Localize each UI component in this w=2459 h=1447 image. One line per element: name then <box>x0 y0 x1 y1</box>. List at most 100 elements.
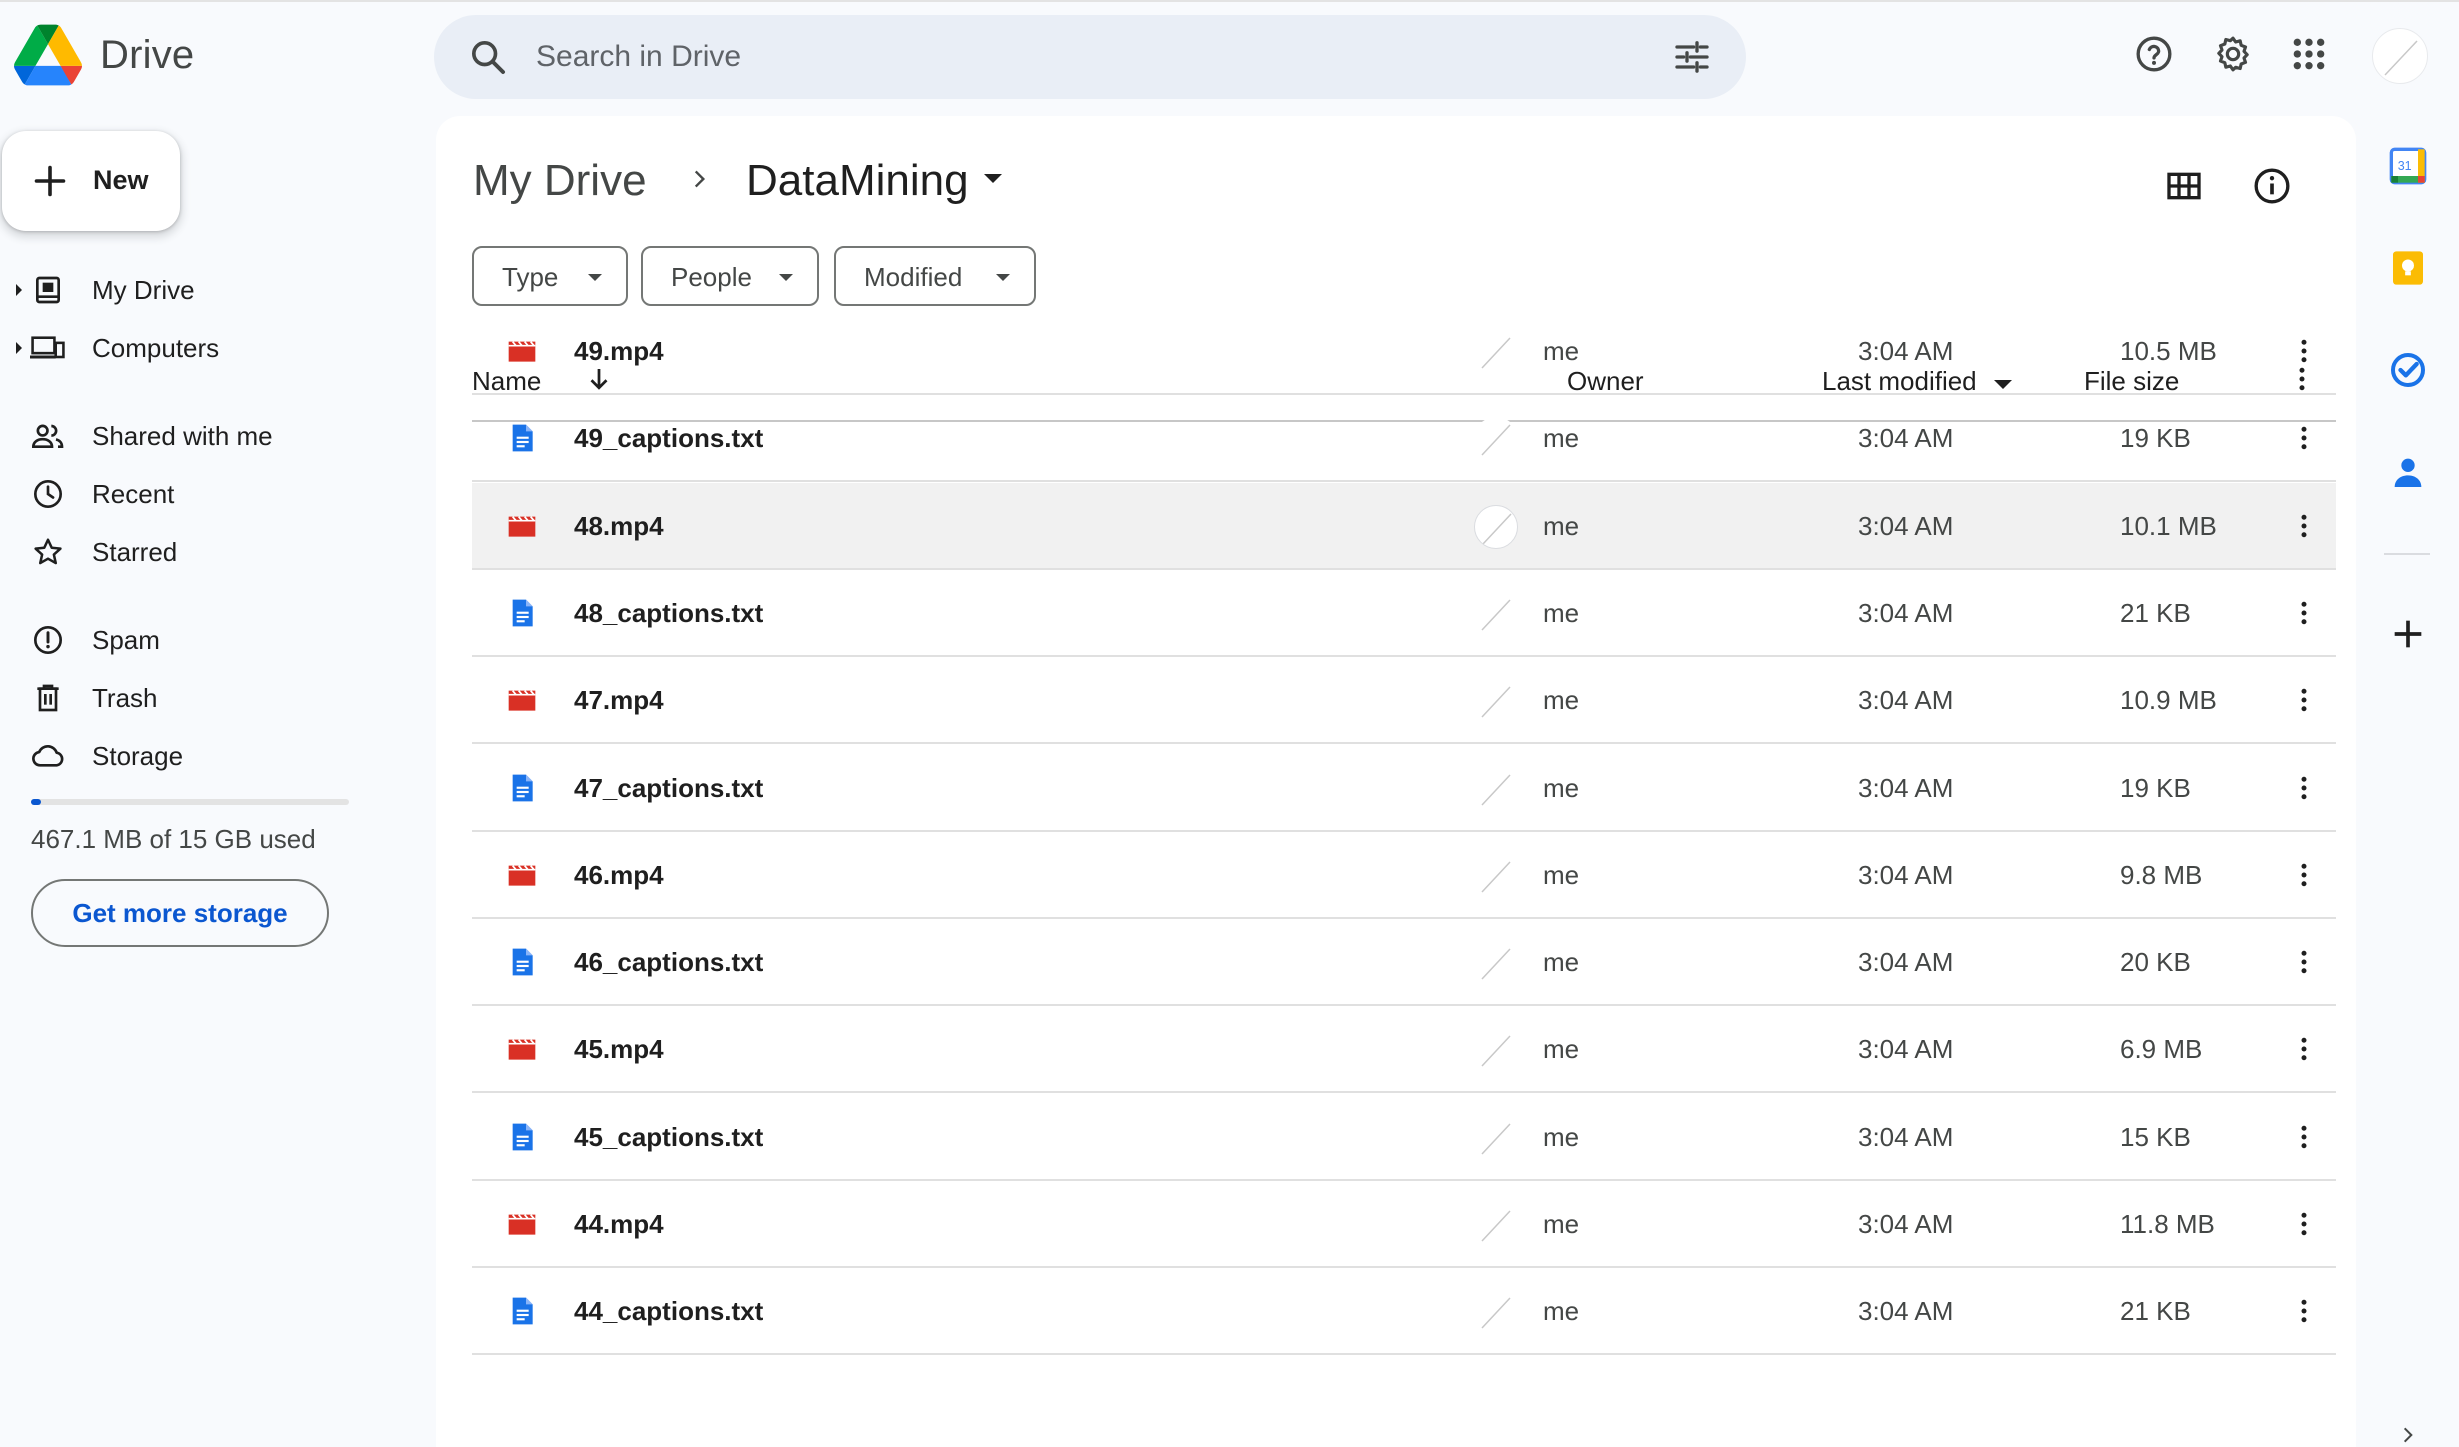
computers-icon <box>30 336 65 359</box>
expand-caret-icon[interactable] <box>16 284 22 296</box>
search-bar[interactable] <box>434 15 1746 99</box>
table-row[interactable]: 47.mp4 me 3:04 AM 10.9 MB <box>472 657 2336 744</box>
star-icon <box>34 538 62 565</box>
settings-button[interactable] <box>2211 32 2255 76</box>
help-button[interactable] <box>2132 32 2176 76</box>
sidebar-item-spam[interactable]: Spam <box>0 612 400 666</box>
storage-progress-fill <box>31 799 41 805</box>
file-last-modified: 3:04 AM <box>1858 1296 1954 1326</box>
file-name[interactable]: 45_captions.txt <box>574 1122 763 1153</box>
contacts-icon[interactable] <box>2388 452 2428 492</box>
tune-icon[interactable] <box>1672 37 1712 77</box>
more-actions-icon[interactable] <box>2289 1033 2319 1065</box>
expand-side-panel-icon[interactable] <box>2398 1425 2418 1445</box>
search-input[interactable] <box>536 33 1536 81</box>
table-row[interactable]: 44_captions.txt me 3:04 AM 21 KB <box>472 1268 2336 1355</box>
more-actions-icon[interactable] <box>2289 946 2319 978</box>
table-row[interactable]: 48.mp4 me 3:04 AM 10.1 MB <box>472 483 2336 570</box>
file-owner: me <box>1543 598 1580 628</box>
folder-menu-dropdown-icon[interactable] <box>984 174 1002 183</box>
grid-view-icon[interactable] <box>2164 166 2204 206</box>
table-row[interactable]: 46.mp4 me 3:04 AM 9.8 MB <box>472 832 2336 919</box>
sidebar-item-storage[interactable]: Storage <box>0 728 400 782</box>
more-actions-icon[interactable] <box>2289 772 2319 804</box>
top-border <box>0 0 2459 2</box>
more-actions-icon[interactable] <box>2289 597 2319 629</box>
table-row[interactable]: 48_captions.txt me 3:04 AM 21 KB <box>472 570 2336 657</box>
more-actions-icon[interactable] <box>2289 1295 2319 1327</box>
breadcrumb-root[interactable]: My Drive <box>473 156 647 206</box>
more-actions-icon[interactable] <box>2289 1121 2319 1153</box>
add-icon[interactable] <box>2388 614 2428 654</box>
table-row[interactable]: 44.mp4 me 3:04 AM 11.8 MB <box>472 1181 2336 1268</box>
more-actions-icon[interactable] <box>2289 684 2319 716</box>
storage-usage-text: 467.1 MB of 15 GB used <box>31 824 316 854</box>
file-size: 10.1 MB <box>2120 511 2217 541</box>
file-name[interactable]: 44.mp4 <box>574 1209 664 1240</box>
sidebar-item-my-drive[interactable]: My Drive <box>0 262 400 316</box>
account-avatar[interactable] <box>2372 28 2428 84</box>
file-owner: me <box>1543 1209 1580 1239</box>
sidebar-item-shared[interactable]: Shared with me <box>0 408 400 462</box>
more-actions-icon[interactable] <box>2289 1208 2319 1240</box>
filter-people-chip[interactable]: People <box>641 246 819 306</box>
table-row[interactable]: 47_captions.txt me 3:04 AM 19 KB <box>472 745 2336 832</box>
drive-logo[interactable]: Drive <box>14 24 194 86</box>
file-name[interactable]: 45.mp4 <box>574 1034 664 1065</box>
table-row[interactable]: 46_captions.txt me 3:04 AM 20 KB <box>472 919 2336 1006</box>
breadcrumb-current-folder[interactable]: DataMining <box>746 156 969 206</box>
expand-caret-icon[interactable] <box>16 342 22 354</box>
video-file-icon <box>508 865 536 886</box>
sidebar-item-label: Starred <box>92 537 178 567</box>
file-name[interactable]: 48.mp4 <box>574 511 664 542</box>
file-name[interactable]: 49_captions.txt <box>574 423 763 454</box>
file-name[interactable]: 46_captions.txt <box>574 947 763 978</box>
file-size: 9.8 MB <box>2120 860 2203 890</box>
table-row[interactable]: 45_captions.txt me 3:04 AM 15 KB <box>472 1094 2336 1181</box>
table-row[interactable]: 49.mp4 me 3:04 AM 10.5 MB <box>472 308 2336 395</box>
filter-label: Modified <box>864 262 963 292</box>
apps-button[interactable] <box>2287 32 2331 76</box>
search-icon[interactable] <box>468 37 508 77</box>
file-owner: me <box>1543 860 1580 890</box>
file-owner: me <box>1543 1296 1580 1326</box>
cloud-icon <box>32 745 64 767</box>
owner-avatar <box>1474 941 1518 985</box>
file-name[interactable]: 49.mp4 <box>574 336 664 367</box>
keep-icon[interactable] <box>2388 248 2428 288</box>
calendar-icon[interactable]: 31 <box>2388 146 2428 186</box>
get-more-storage-button[interactable]: Get more storage <box>31 879 329 947</box>
table-row[interactable]: 49_captions.txt me 3:04 AM 19 KB <box>472 395 2336 482</box>
my-drive-icon <box>36 276 60 304</box>
new-button[interactable]: New <box>2 131 180 231</box>
owner-avatar <box>1474 1116 1518 1160</box>
document-file-icon <box>512 599 533 627</box>
video-file-icon <box>508 690 536 711</box>
video-file-icon <box>508 1214 536 1235</box>
more-actions-icon[interactable] <box>2289 422 2319 454</box>
sidebar-item-recent[interactable]: Recent <box>0 466 400 520</box>
file-name[interactable]: 46.mp4 <box>574 860 664 891</box>
file-name[interactable]: 47.mp4 <box>574 685 664 716</box>
side-panel-divider <box>2384 553 2430 555</box>
document-file-icon <box>512 948 533 976</box>
tasks-icon[interactable] <box>2388 350 2428 390</box>
video-file-icon <box>508 516 536 537</box>
sidebar-item-label: Spam <box>92 625 160 655</box>
table-row[interactable]: 45.mp4 me 3:04 AM 6.9 MB <box>472 1006 2336 1093</box>
sidebar-item-starred[interactable]: Starred <box>0 524 400 578</box>
video-file-icon <box>508 1039 536 1060</box>
info-icon[interactable] <box>2252 166 2292 206</box>
more-actions-icon[interactable] <box>2289 510 2319 542</box>
file-name[interactable]: 44_captions.txt <box>574 1296 763 1327</box>
filter-modified-chip[interactable]: Modified <box>834 246 1036 306</box>
sidebar-item-computers[interactable]: Computers <box>0 320 400 374</box>
file-name[interactable]: 47_captions.txt <box>574 773 763 804</box>
file-last-modified: 3:04 AM <box>1858 336 1954 366</box>
more-actions-icon[interactable] <box>2289 335 2319 367</box>
filter-type-chip[interactable]: Type <box>472 246 628 306</box>
sidebar-item-trash[interactable]: Trash <box>0 670 400 724</box>
file-size: 21 KB <box>2120 1296 2191 1326</box>
more-actions-icon[interactable] <box>2289 859 2319 891</box>
file-name[interactable]: 48_captions.txt <box>574 598 763 629</box>
